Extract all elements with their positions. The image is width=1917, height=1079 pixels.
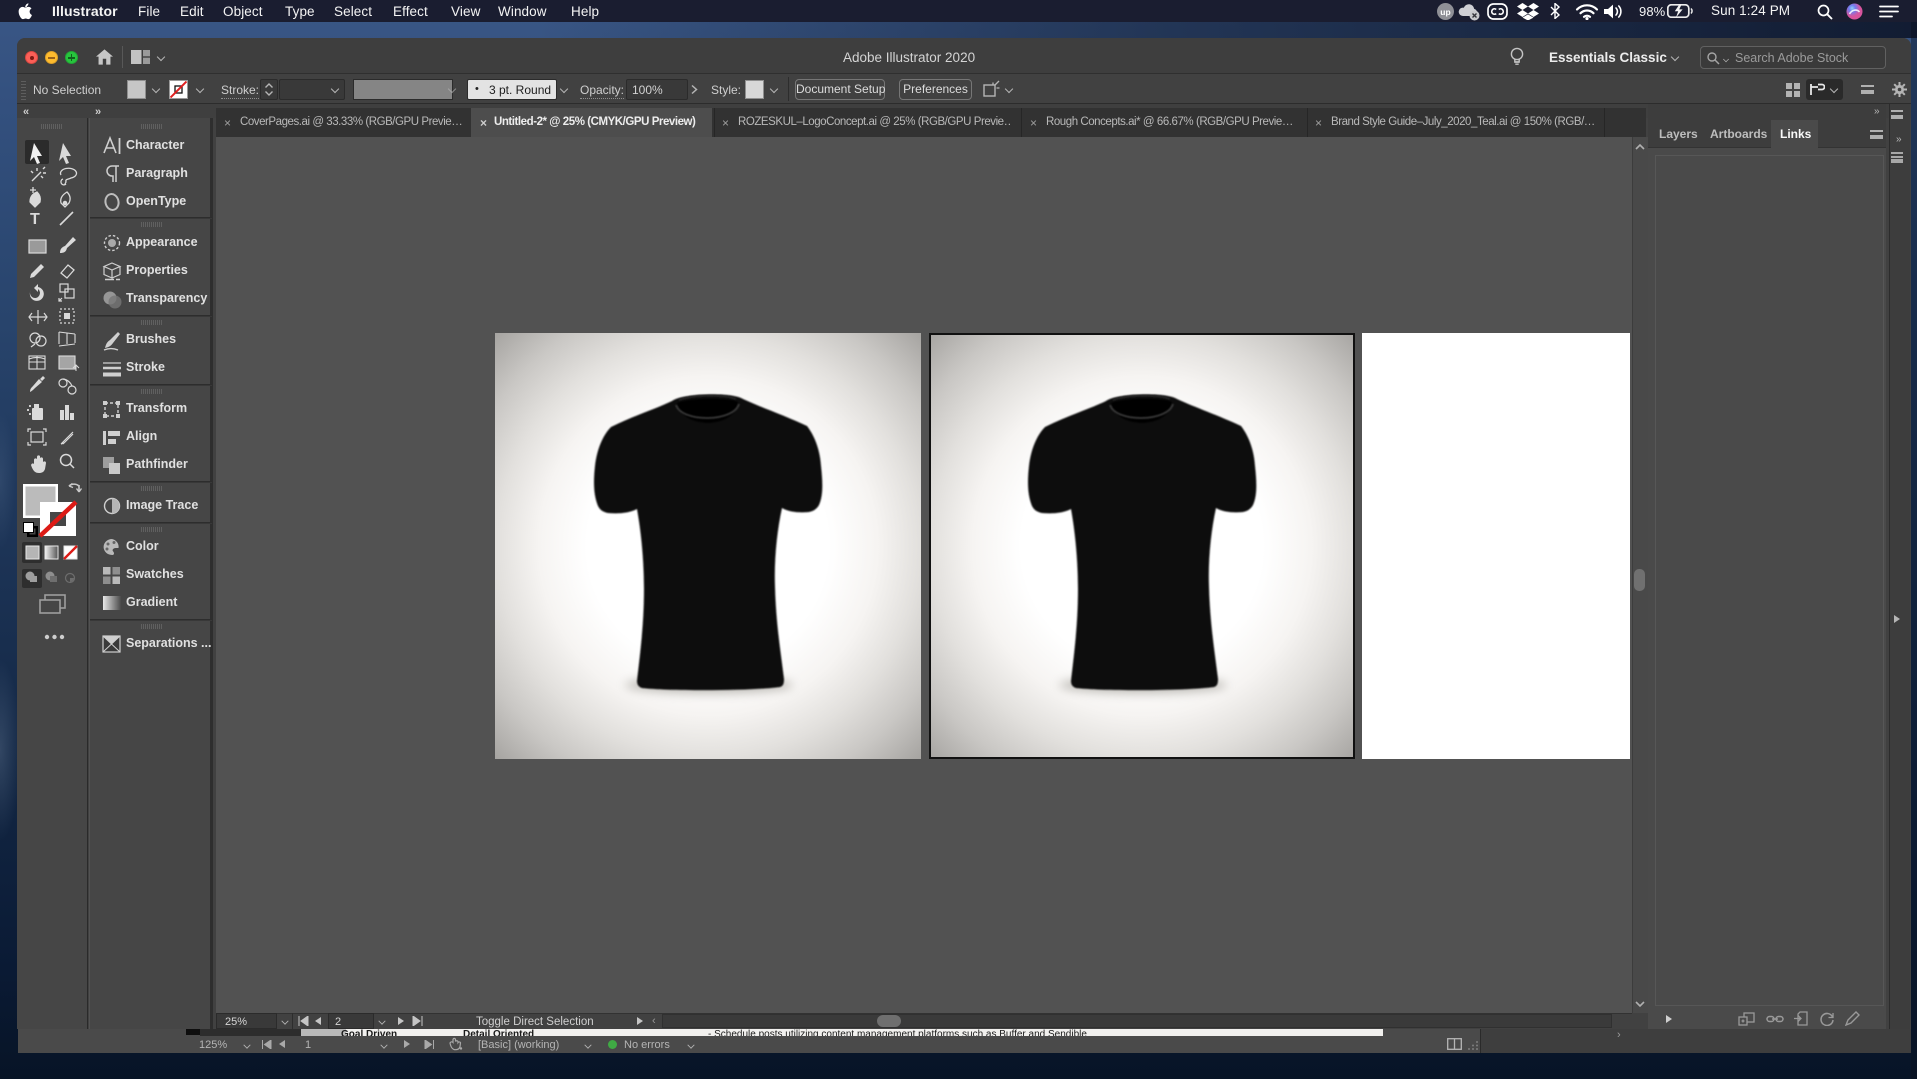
svg-text:T: T [30, 211, 40, 228]
svg-text:up: up [1440, 7, 1450, 17]
